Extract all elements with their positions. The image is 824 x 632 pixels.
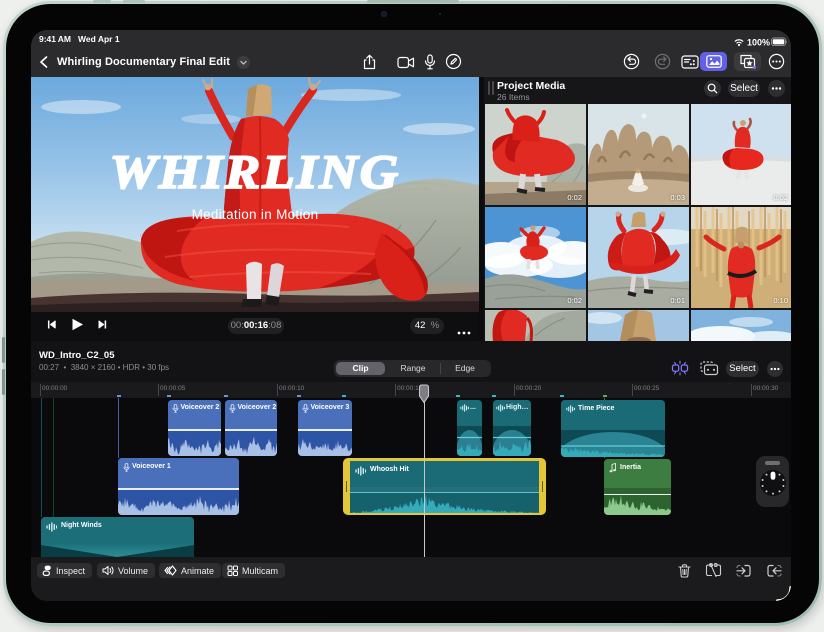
svg-text:100%: 100% (747, 38, 770, 48)
